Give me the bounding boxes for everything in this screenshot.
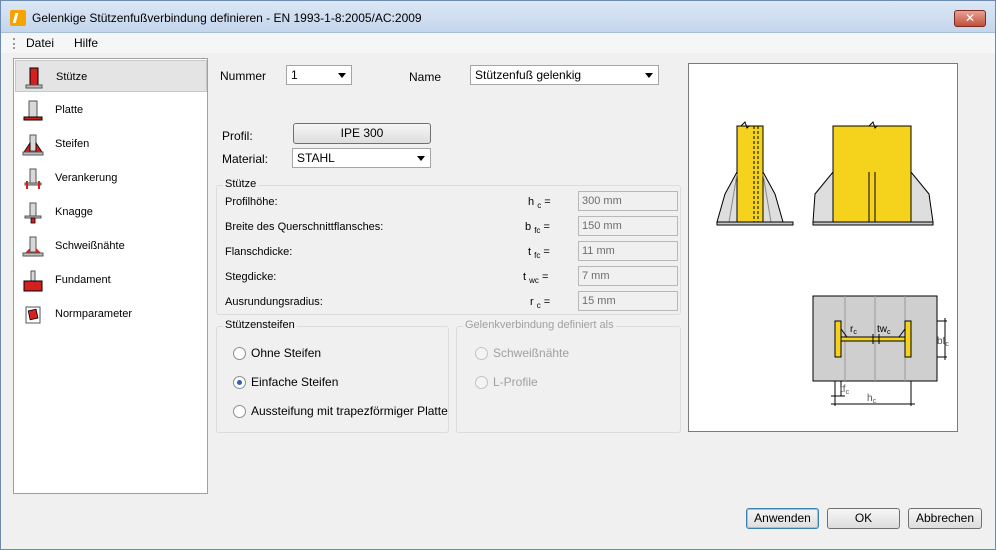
side-view-drawing — [716, 121, 794, 226]
number-label: Nummer — [220, 69, 267, 83]
foundation-icon — [23, 270, 43, 292]
stiffeners-group: Stützensteifen Ohne Steifen Einfache Ste… — [216, 319, 449, 433]
flange-width-value: 150 mm — [578, 216, 678, 236]
close-button[interactable]: ✕ — [954, 10, 986, 27]
code-parameters-icon — [25, 306, 41, 324]
material-select-value: STAHL — [297, 151, 335, 165]
flange-thickness-value: 11 mm — [578, 241, 678, 261]
simple-stiffeners-label[interactable]: Einfache Steifen — [251, 375, 338, 389]
simple-stiffeners-radio[interactable] — [233, 376, 246, 389]
sidebar-item-label: Fundament — [55, 274, 111, 286]
cancel-button[interactable]: Abbrechen — [908, 508, 982, 529]
sidebar-item-label: Steifen — [55, 138, 90, 150]
root-radius-value: 15 mm — [578, 291, 678, 311]
column-base-drawing: rc twc bfc tfc hc — [716, 121, 949, 406]
web-thickness-symbol: t wc = — [523, 271, 549, 286]
no-stiffeners-label[interactable]: Ohne Steifen — [251, 346, 321, 360]
profile-height-symbol: h c = — [528, 196, 551, 211]
ok-button[interactable]: OK — [827, 508, 900, 529]
apply-button[interactable]: Anwenden — [746, 508, 819, 529]
flange-thickness-label: Flanschdicke: — [225, 246, 293, 258]
sidebar-item-label: Platte — [55, 104, 84, 116]
window-title: Gelenkige Stützenfußverbindung definiere… — [32, 11, 422, 25]
shear-lug-icon — [24, 202, 42, 224]
welds-label[interactable]: Schweißnähte — [493, 346, 569, 360]
sidebar-item-label: Stütze — [56, 71, 88, 83]
trapezoidal-plate-label[interactable]: Aussteifung mit trapezförmiger Platte — [251, 404, 448, 418]
app-logo-icon — [10, 10, 26, 26]
welds-radio[interactable] — [475, 347, 488, 360]
root-radius-symbol: r c = — [530, 296, 551, 311]
web-thickness-value: 7 mm — [578, 266, 678, 286]
no-stiffeners-radio[interactable] — [233, 347, 246, 360]
trapezoidal-plate-radio[interactable] — [233, 405, 246, 418]
base-plate-icon — [23, 100, 43, 121]
profile-label: Profil: — [222, 129, 253, 143]
stiffener-icon — [22, 134, 44, 156]
hc-label: hc — [867, 393, 877, 405]
sidebar-item-label: Schweißnähte — [55, 240, 125, 252]
connection-group-title: Gelenkverbindung definiert als — [463, 319, 616, 331]
number-select-value: 1 — [291, 68, 298, 82]
sidebar-item-stuetze[interactable]: Stütze — [15, 60, 207, 92]
profile-button[interactable]: IPE 300 — [293, 123, 431, 144]
sidebar-item-steifen[interactable]: Steifen — [15, 128, 207, 160]
material-label: Material: — [222, 152, 269, 166]
name-select[interactable]: Stützenfuß gelenkig — [470, 65, 659, 85]
tfc-label: tfc — [840, 384, 850, 396]
bfc-label: bfc — [937, 336, 949, 348]
dropdown-arrow-icon — [338, 73, 346, 78]
dropdown-arrow-icon — [417, 156, 425, 161]
column-icon — [25, 67, 43, 89]
menu-datei[interactable]: Datei — [26, 36, 54, 50]
profile-height-value: 300 mm — [578, 191, 678, 211]
stiffeners-group-title: Stützensteifen — [223, 319, 297, 331]
web-thickness-label: Stegdicke: — [225, 271, 277, 283]
dropdown-arrow-icon — [645, 73, 653, 78]
connection-group: Gelenkverbindung definiert als Schweißnä… — [456, 319, 681, 433]
sidebar-item-verankerung[interactable]: Verankerung — [15, 162, 207, 194]
profile-height-label: Profilhöhe: — [225, 196, 278, 208]
flange-thickness-symbol: t fc = — [528, 246, 550, 261]
column-group: Stütze Profilhöhe: h c = 300 mm Breite d… — [216, 178, 681, 315]
root-radius-label: Ausrundungsradius: — [225, 296, 323, 308]
weld-icon — [22, 236, 44, 257]
menu-hilfe[interactable]: Hilfe — [74, 36, 98, 50]
name-label: Name — [409, 70, 442, 84]
l-profiles-label[interactable]: L-Profile — [493, 375, 538, 389]
flange-width-symbol: b fc = — [525, 221, 550, 236]
dialog-window: Gelenkige Stützenfußverbindung definiere… — [0, 0, 996, 550]
sidebar-item-label: Verankerung — [55, 172, 118, 184]
flange-width-label: Breite des Querschnittflansches: — [225, 221, 384, 233]
menu-grip-icon — [13, 38, 15, 49]
title-bar: Gelenkige Stützenfußverbindung definiere… — [1, 1, 995, 33]
sidebar-item-normparameter[interactable]: Normparameter — [15, 298, 207, 330]
sidebar-item-label: Normparameter — [55, 308, 133, 320]
menu-bar: Datei Hilfe — [1, 33, 995, 53]
name-select-value: Stützenfuß gelenkig — [475, 68, 582, 82]
sidebar-item-knagge[interactable]: Knagge — [15, 196, 207, 228]
sidebar-item-fundament[interactable]: Fundament — [15, 264, 207, 296]
sidebar-item-platte[interactable]: Platte — [15, 94, 207, 126]
sidebar-nav: Stütze Platte Steifen Verankerung Knagge… — [13, 58, 208, 494]
anchorage-icon — [24, 168, 42, 189]
sidebar-item-schweissnaehte[interactable]: Schweißnähte — [15, 230, 207, 262]
number-select[interactable]: 1 — [286, 65, 352, 85]
l-profiles-radio[interactable] — [475, 376, 488, 389]
preview-panel: rc twc bfc tfc hc — [688, 63, 958, 432]
sidebar-item-label: Knagge — [55, 206, 93, 218]
column-group-title: Stütze — [223, 178, 259, 190]
material-select[interactable]: STAHL — [292, 148, 431, 168]
plan-view-drawing — [812, 295, 947, 406]
front-view-drawing — [812, 121, 934, 226]
